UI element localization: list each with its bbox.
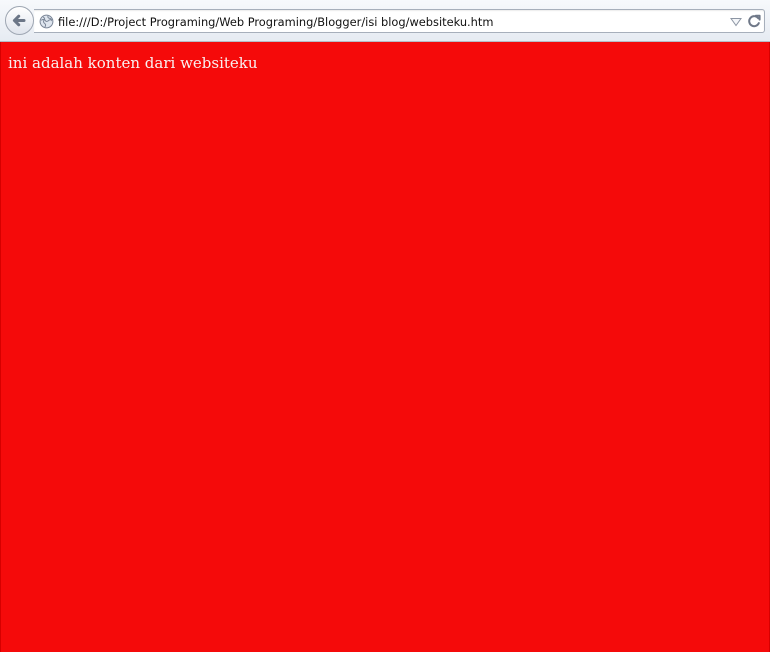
globe-icon	[39, 14, 54, 29]
back-arrow-icon	[12, 14, 26, 27]
browser-toolbar	[0, 0, 770, 42]
reload-icon[interactable]	[747, 14, 761, 28]
address-bar[interactable]	[34, 9, 765, 33]
url-input[interactable]	[58, 14, 728, 30]
browser-window: ini adalah konten dari websiteku	[0, 0, 770, 652]
page-content-text: ini adalah konten dari websiteku	[8, 54, 258, 72]
chevron-down-icon[interactable]	[730, 17, 742, 27]
web-page-content: ini adalah konten dari websiteku	[0, 42, 770, 652]
back-button[interactable]	[5, 6, 34, 35]
